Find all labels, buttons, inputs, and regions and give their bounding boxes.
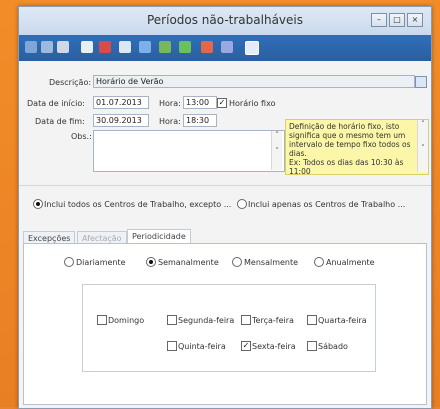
divider [19, 185, 431, 186]
hora-fim-input[interactable]: 18:30 [183, 114, 217, 127]
close-button[interactable]: × [407, 13, 423, 27]
navigate-icon[interactable] [25, 41, 37, 53]
checkbox-terca[interactable] [241, 315, 251, 325]
checkbox-sabado[interactable] [307, 341, 317, 351]
checkbox-domingo[interactable] [97, 315, 107, 325]
label-sexta: Sexta-feira [252, 342, 296, 351]
obs-textarea[interactable] [93, 130, 285, 172]
radio-anualmente[interactable] [314, 257, 324, 267]
descricao-input[interactable]: Horário de Verão [93, 75, 415, 88]
record-icon[interactable] [57, 41, 69, 53]
fim-label: Data de fim: [35, 117, 85, 126]
fim-input[interactable]: 30.09.2013 [93, 114, 149, 127]
print-icon[interactable] [201, 41, 213, 53]
help-note: Definição de horário fixo, isto signific… [285, 119, 429, 176]
label-segunda: Segunda-feira [178, 316, 235, 325]
label-mensalmente: Mensalmente [244, 258, 299, 267]
centros-radio-excepto[interactable] [33, 199, 43, 209]
dias-group: Domingo Segunda-feira Terça-feira Quarta… [82, 284, 376, 372]
periodicidade-panel: Diariamente Semanalmente Mensalmente Anu… [23, 243, 427, 405]
horario-fixo-checkbox[interactable]: ✓ [217, 98, 227, 108]
label-domingo: Domingo [108, 316, 145, 325]
tab-periodicidade[interactable]: Periodicidade [127, 229, 191, 243]
obs-scrollbar[interactable]: ˄ ˅ [271, 131, 282, 170]
inicio-label: Data de início: [27, 99, 85, 108]
label-quarta: Quarta-feira [318, 316, 367, 325]
title-bar: Períodos não-trabalháveis – □ × [19, 7, 431, 35]
delete-icon[interactable] [99, 41, 111, 53]
window-title: Períodos não-trabalháveis [146, 13, 303, 27]
centros-label-excepto: Inclui todos os Centros de Trabalho, exc… [44, 200, 232, 209]
label-diariamente: Diariamente [76, 258, 126, 267]
help-icon[interactable] [245, 41, 259, 55]
label-anualmente: Anualmente [326, 258, 375, 267]
radio-mensalmente[interactable] [232, 257, 242, 267]
list-icon[interactable] [221, 41, 233, 53]
checkbox-sexta[interactable]: ✓ [241, 341, 251, 351]
obs-label: Obs.: [71, 132, 92, 141]
hora-inicio-input[interactable]: 13:00 [183, 96, 217, 109]
back-icon[interactable] [41, 41, 53, 53]
minimize-button[interactable]: – [371, 13, 387, 27]
copy-icon[interactable] [119, 41, 131, 53]
export-icon[interactable] [179, 41, 191, 53]
radio-semanalmente[interactable] [146, 257, 156, 267]
note-scrollbar[interactable]: ˄ ˅ [417, 120, 428, 172]
centros-label-apenas: Inclui apenas os Centros de Trabalho ... [248, 200, 406, 209]
label-terca: Terça-feira [252, 316, 294, 325]
checkbox-quarta[interactable] [307, 315, 317, 325]
maximize-button[interactable]: □ [389, 13, 405, 27]
hora-label-inicio: Hora: [159, 99, 181, 108]
label-semanalmente: Semanalmente [158, 258, 219, 267]
toolbar [19, 35, 431, 61]
label-sabado: Sábado [318, 342, 348, 351]
periodos-window: Períodos não-trabalháveis – □ × Descriçã… [18, 6, 432, 409]
new-icon[interactable] [81, 41, 93, 53]
centros-radio-apenas[interactable] [237, 199, 247, 209]
save-icon[interactable] [139, 41, 151, 53]
checkbox-segunda[interactable] [167, 315, 177, 325]
search-icon[interactable] [415, 76, 427, 88]
radio-diariamente[interactable] [64, 257, 74, 267]
inicio-input[interactable]: 01.07.2013 [93, 96, 149, 109]
open-icon[interactable] [159, 41, 171, 53]
hora-label-fim: Hora: [159, 117, 181, 126]
label-quinta: Quinta-feira [178, 342, 226, 351]
checkbox-quinta[interactable] [167, 341, 177, 351]
descricao-label: Descrição: [49, 78, 92, 87]
horario-fixo-label: Horário fixo [229, 99, 276, 108]
